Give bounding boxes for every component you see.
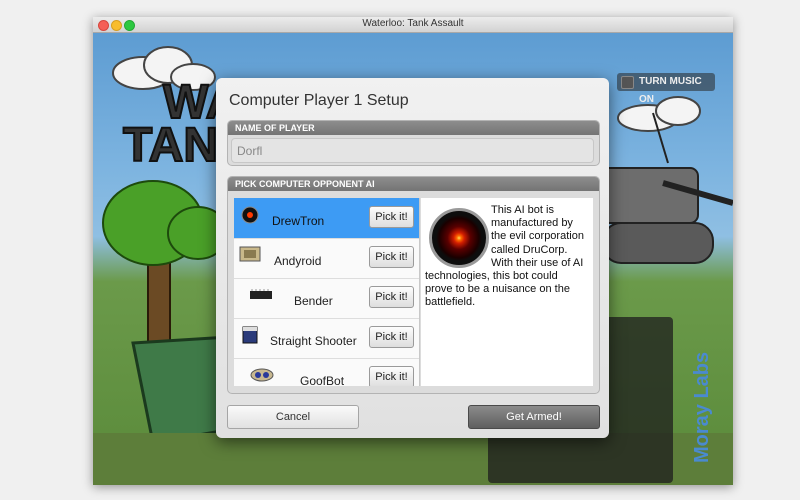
music-toggle[interactable]: TURN MUSIC ON — [617, 73, 715, 105]
bot-name: Straight Shooter — [270, 334, 357, 348]
ai-section-header: PICK COMPUTER OPPONENT AI — [228, 177, 599, 191]
player-name-input[interactable]: Dorfl — [231, 138, 594, 163]
get-armed-button[interactable]: Get Armed! — [468, 405, 600, 429]
pick-andyroid-button[interactable]: Pick it! — [369, 246, 414, 268]
title-bar[interactable]: Waterloo: Tank Assault — [93, 17, 733, 33]
ai-section: PICK COMPUTER OPPONENT AI DrewTron Pick … — [227, 176, 600, 394]
name-section-header: NAME OF PLAYER — [228, 121, 599, 135]
name-section: NAME OF PLAYER Dorfl — [227, 120, 600, 166]
bot-list[interactable]: DrewTron Pick it! Andyroid Pick it! Bend… — [234, 198, 420, 386]
bot-name: Bender — [294, 294, 333, 308]
bot-row-drewtron[interactable]: DrewTron Pick it! — [234, 198, 419, 239]
red-eye-icon — [241, 206, 259, 224]
pick-goofbot-button[interactable]: Pick it! — [369, 366, 414, 386]
bot-row-andyroid[interactable]: Andyroid Pick it! — [234, 238, 419, 279]
bot-detail-panel: This AI bot is manufactured by the evil … — [421, 198, 593, 386]
music-toggle-label: TURN MUSIC ON — [639, 76, 702, 105]
window-title: Waterloo: Tank Assault — [362, 18, 464, 29]
pick-straight-shooter-button[interactable]: Pick it! — [369, 326, 414, 348]
bot-row-straight-shooter[interactable]: Straight Shooter Pick it! — [234, 318, 419, 359]
bot-description-wrap: This AI bot is manufactured by the evil … — [425, 204, 587, 310]
player-setup-dialog: Computer Player 1 Setup NAME OF PLAYER D… — [216, 78, 609, 438]
bot-row-goofbot[interactable]: GoofBot Pick it! — [234, 358, 419, 386]
cancel-button[interactable]: Cancel — [227, 405, 359, 429]
pick-bender-button[interactable]: Pick it! — [369, 286, 414, 308]
computer-icon — [239, 246, 261, 262]
goggles-icon — [250, 368, 274, 382]
chip-icon — [250, 289, 272, 299]
dialog-title: Computer Player 1 Setup — [229, 92, 409, 109]
music-checkbox[interactable] — [621, 76, 634, 89]
bot-name: GoofBot — [300, 374, 345, 386]
bot-name: Andyroid — [274, 254, 322, 268]
bot-name: DrewTron — [272, 214, 325, 228]
bot-row-bender[interactable]: Bender Pick it! — [234, 278, 419, 319]
pick-drewtron-button[interactable]: Pick it! — [369, 206, 414, 228]
brand-label: Moray Labs — [691, 351, 713, 463]
battery-icon — [242, 326, 258, 344]
